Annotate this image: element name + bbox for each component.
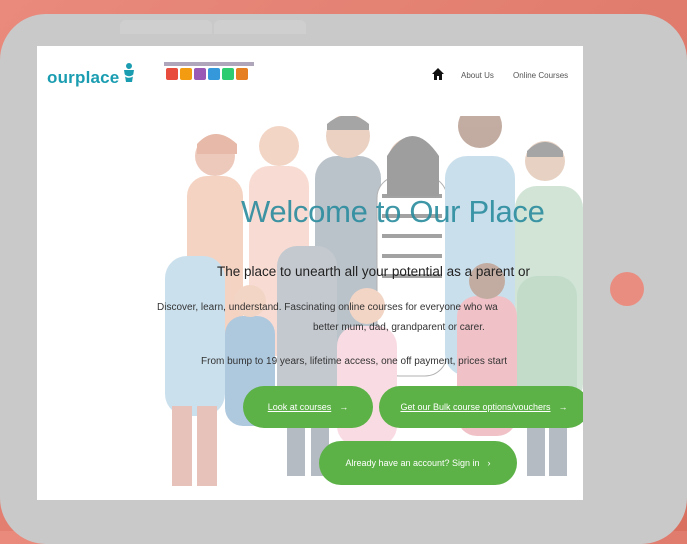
tablet-home-button xyxy=(610,272,644,306)
cta-label: Get our Bulk course options/vouchers xyxy=(400,402,551,412)
bulk-course-options-button[interactable]: Get our Bulk course options/vouchers → xyxy=(379,386,583,428)
arrow-right-icon: → xyxy=(558,402,568,412)
tablet-top-button xyxy=(120,20,212,34)
ourplace-logo-text[interactable]: ourplace xyxy=(47,68,119,88)
look-at-courses-button[interactable]: Look at courses → xyxy=(243,386,373,428)
tablet-screen: ourplace About Us Online Courses Welcome… xyxy=(37,46,583,500)
hero-description-line-2: better mum, dad, grandparent or carer. xyxy=(313,322,485,333)
nav-about-us[interactable]: About Us xyxy=(461,71,494,80)
partner-logo xyxy=(164,62,254,84)
hero-description-line-1: Discover, learn, understand. Fascinating… xyxy=(157,302,498,313)
hero-title: Welcome to Our Place xyxy=(241,194,545,229)
ourplace-logo-icon xyxy=(122,63,136,82)
hero-subtitle: The place to unearth all your potential … xyxy=(217,264,530,279)
sign-in-button[interactable]: Already have an account? Sign in › xyxy=(319,441,517,485)
nav-online-courses[interactable]: Online Courses xyxy=(513,71,568,80)
arrow-right-icon: → xyxy=(339,402,349,412)
hero-description-line-3: From bump to 19 years, lifetime access, … xyxy=(201,356,508,367)
arrow-right-icon: › xyxy=(487,458,491,468)
home-icon[interactable] xyxy=(431,67,445,81)
cta-label: Look at courses xyxy=(267,402,332,412)
cta-label: Already have an account? Sign in xyxy=(345,458,480,468)
tablet-top-button xyxy=(214,20,306,34)
